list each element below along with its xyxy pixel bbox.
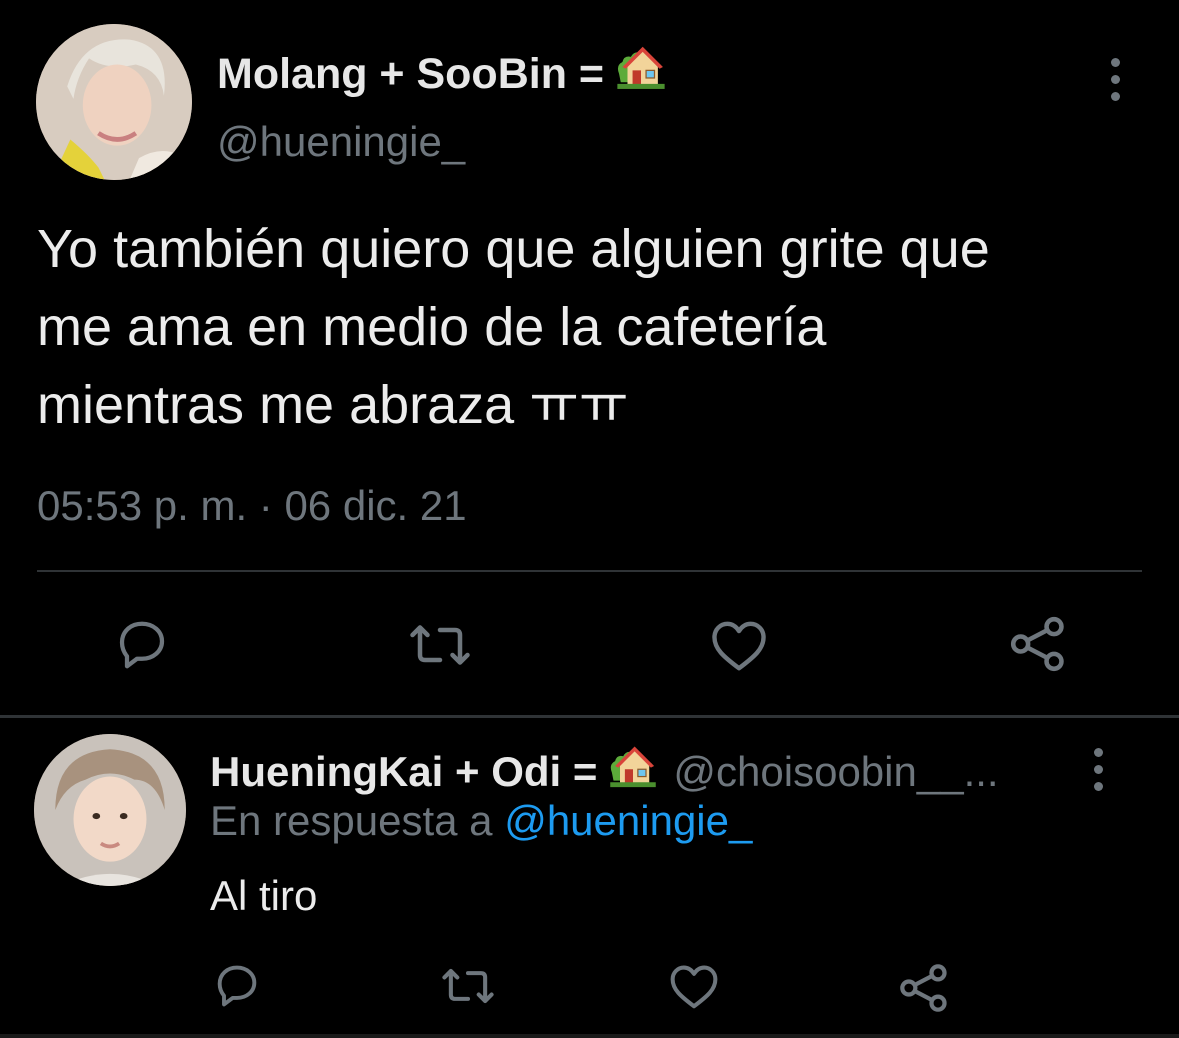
replying-to-label: En respuesta a	[210, 797, 493, 844]
heart-icon	[670, 965, 718, 1009]
reply-button[interactable]	[112, 615, 172, 675]
display-name[interactable]: Molang + SooBin =	[217, 40, 668, 99]
reply-user-handle[interactable]: @choisoobin__...	[673, 748, 998, 795]
avatar[interactable]	[36, 24, 192, 180]
reply-header: HueningKai + Odi = @choisoobin__...	[210, 740, 999, 796]
house-with-garden-icon	[607, 740, 659, 792]
tweet-timestamp[interactable]: 05:53 p. m. · 06 dic. 21	[37, 482, 467, 530]
tweet-text: Yo también quiero que alguien grite que …	[37, 219, 990, 435]
profile-photo-icon	[34, 734, 186, 886]
retweet-button[interactable]	[404, 615, 476, 675]
reply-display-name[interactable]: HueningKai + Odi =	[210, 748, 597, 795]
user-handle[interactable]: @hueningie_	[217, 118, 465, 166]
reply-retweet-button[interactable]	[438, 960, 498, 1012]
reply-text: Al tiro	[210, 872, 318, 919]
divider	[37, 570, 1142, 572]
like-button[interactable]	[706, 615, 772, 675]
main-tweet: Molang + SooBin = @hueningie_ Yo también…	[0, 0, 1179, 715]
house-with-garden-icon	[614, 40, 668, 94]
more-options-icon[interactable]	[1103, 58, 1127, 101]
reply-more-options-icon[interactable]	[1086, 748, 1110, 791]
share-icon	[1010, 616, 1064, 672]
replying-to: En respuesta a @hueningie_	[210, 797, 752, 845]
profile-photo-icon	[36, 24, 192, 180]
share-button[interactable]	[1006, 612, 1070, 676]
display-name-text: Molang + SooBin =	[217, 50, 605, 98]
heart-icon	[712, 621, 766, 671]
retweet-icon	[442, 968, 494, 1004]
tweet-separator	[0, 715, 1179, 718]
reply-icon	[217, 965, 257, 1007]
reply-reply-button[interactable]	[211, 960, 263, 1012]
share-icon	[900, 964, 947, 1012]
reply-icon	[119, 621, 165, 669]
reply-share-button[interactable]	[896, 960, 952, 1016]
bottom-separator	[0, 1034, 1179, 1038]
reply-like-button[interactable]	[666, 960, 722, 1012]
retweet-icon	[410, 625, 470, 665]
mention-link[interactable]: @hueningie_	[504, 797, 752, 844]
reply-avatar[interactable]	[34, 734, 186, 886]
